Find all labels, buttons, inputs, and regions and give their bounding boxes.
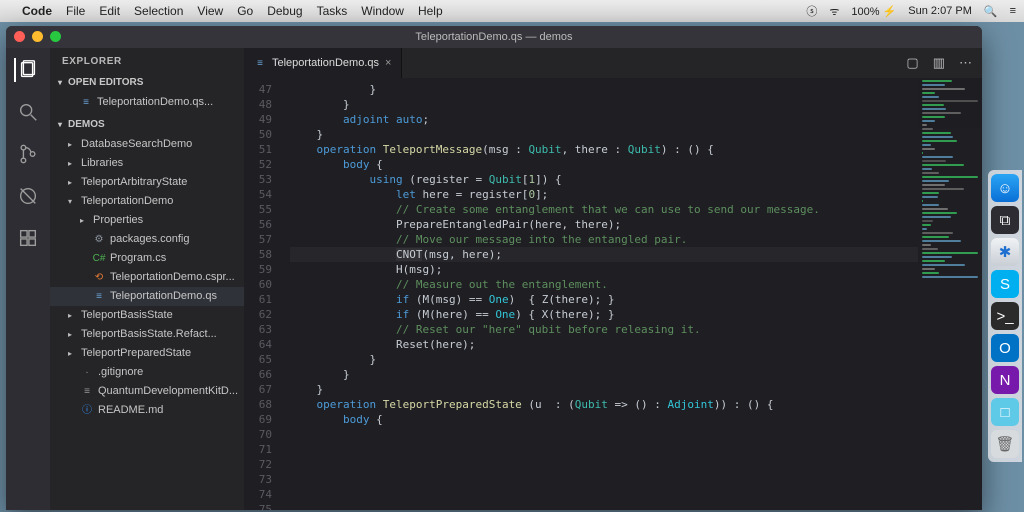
tree-item[interactable]: ≡TeleportationDemo.qs bbox=[50, 287, 244, 306]
minimap[interactable] bbox=[918, 78, 982, 510]
menu-go[interactable]: Go bbox=[237, 4, 253, 18]
editor-action-split[interactable]: ▢ bbox=[906, 55, 918, 71]
tree-item[interactable]: ▸TeleportPreparedState bbox=[50, 344, 244, 363]
extensions-icon[interactable] bbox=[16, 226, 40, 250]
tree-item[interactable]: ▸Libraries bbox=[50, 154, 244, 173]
skype-status-icon[interactable]: ⓢ bbox=[806, 3, 817, 19]
spotlight-icon[interactable]: 🔍 bbox=[984, 5, 998, 18]
menu-view[interactable]: View bbox=[197, 4, 223, 18]
menu-help[interactable]: Help bbox=[418, 4, 443, 18]
dock-safari-icon[interactable]: ✱ bbox=[991, 238, 1019, 266]
menu-edit[interactable]: Edit bbox=[99, 4, 120, 18]
tree-item[interactable]: ▸TeleportArbitraryState bbox=[50, 173, 244, 192]
search-icon[interactable] bbox=[16, 100, 40, 124]
dock-skype-icon[interactable]: S bbox=[991, 270, 1019, 298]
tree-item[interactable]: ⟲TeleportationDemo.cspr... bbox=[50, 268, 244, 287]
notification-center-icon[interactable]: ≡ bbox=[1010, 5, 1016, 17]
clock: Sun 2:07 PM bbox=[908, 5, 972, 17]
tree-item[interactable]: ≡QuantumDevelopmentKitD... bbox=[50, 382, 244, 401]
dock-trash-icon[interactable]: 🗑 bbox=[991, 430, 1019, 458]
editor-tabs: ≡ TeleportationDemo.qs × ▢ ▥ ⋯ bbox=[244, 48, 982, 78]
tree-item[interactable]: ▸DatabaseSearchDemo bbox=[50, 135, 244, 154]
tree-item[interactable]: ·.gitignore bbox=[50, 363, 244, 382]
tree-item[interactable]: ▸TeleportBasisState.Refact... bbox=[50, 325, 244, 344]
tab-close-icon[interactable]: × bbox=[385, 57, 391, 69]
battery-status[interactable]: 100% ⚡ bbox=[851, 5, 896, 18]
dock-box-icon[interactable]: □ bbox=[991, 398, 1019, 426]
dock-onenote-icon[interactable]: N bbox=[991, 366, 1019, 394]
open-editors-section[interactable]: OPEN EDITORS bbox=[50, 74, 244, 91]
window-maximize-button[interactable] bbox=[50, 31, 61, 42]
window-minimize-button[interactable] bbox=[32, 31, 43, 42]
source-control-icon[interactable] bbox=[16, 142, 40, 166]
code-lines[interactable]: } } adjoint auto; } operation TeleportMe… bbox=[280, 78, 982, 510]
wifi-icon[interactable]: ᯤ bbox=[829, 4, 839, 19]
dock-terminal-icon[interactable]: >_ bbox=[991, 302, 1019, 330]
vscode-window: TeleportationDemo.qs — demos EXPLORER OP… bbox=[6, 26, 982, 510]
mac-menubar: Code File Edit Selection View Go Debug Tasks Wi… bbox=[0, 0, 1024, 22]
tab-teleportation-demo[interactable]: ≡ TeleportationDemo.qs × bbox=[244, 48, 402, 78]
mac-dock: ☺ ⧉ ✱ S >_ ON □ 🗑 bbox=[988, 170, 1022, 462]
editor-area: ≡ TeleportationDemo.qs × ▢ ▥ ⋯ 474849505… bbox=[244, 48, 982, 510]
explorer-icon[interactable] bbox=[14, 58, 40, 82]
menu-tasks[interactable]: Tasks bbox=[317, 4, 348, 18]
tree-item[interactable]: ▸Properties bbox=[50, 211, 244, 230]
dock-vscode-icon[interactable]: ⧉ bbox=[991, 206, 1019, 234]
tree-item[interactable]: ▾TeleportationDemo bbox=[50, 192, 244, 211]
tree-item[interactable]: ⚙packages.config bbox=[50, 230, 244, 249]
line-gutter: 4748495051525354555657585960616263646566… bbox=[244, 78, 280, 510]
sidebar-title: EXPLORER bbox=[50, 48, 244, 74]
dock-outlook-icon[interactable]: O bbox=[991, 334, 1019, 362]
code-editor[interactable]: 4748495051525354555657585960616263646566… bbox=[244, 78, 982, 510]
tab-label: TeleportationDemo.qs bbox=[272, 57, 379, 69]
menu-file[interactable]: File bbox=[66, 4, 85, 18]
tree-item[interactable]: ▸TeleportBasisState bbox=[50, 306, 244, 325]
open-editor-item[interactable]: ≡TeleportationDemo.qs... bbox=[50, 93, 244, 112]
window-titlebar: TeleportationDemo.qs — demos bbox=[6, 26, 982, 48]
tree-item[interactable]: ⓘREADME.md bbox=[50, 401, 244, 420]
menu-window[interactable]: Window bbox=[361, 4, 404, 18]
dock-finder-icon[interactable]: ☺ bbox=[991, 174, 1019, 202]
editor-action-layout[interactable]: ▥ bbox=[933, 55, 945, 71]
tree-item[interactable]: C#Program.cs bbox=[50, 249, 244, 268]
file-icon: ≡ bbox=[254, 57, 266, 69]
app-name[interactable]: Code bbox=[22, 4, 52, 18]
window-title: TeleportationDemo.qs — demos bbox=[415, 31, 572, 43]
debug-icon[interactable] bbox=[16, 184, 40, 208]
workspace-section[interactable]: DEMOS bbox=[50, 116, 244, 133]
explorer-sidebar: EXPLORER OPEN EDITORS ≡TeleportationDemo… bbox=[50, 48, 244, 510]
editor-action-more[interactable]: ⋯ bbox=[959, 55, 972, 71]
menu-debug[interactable]: Debug bbox=[267, 4, 302, 18]
menu-selection[interactable]: Selection bbox=[134, 4, 183, 18]
window-close-button[interactable] bbox=[14, 31, 25, 42]
activity-bar bbox=[6, 48, 50, 510]
